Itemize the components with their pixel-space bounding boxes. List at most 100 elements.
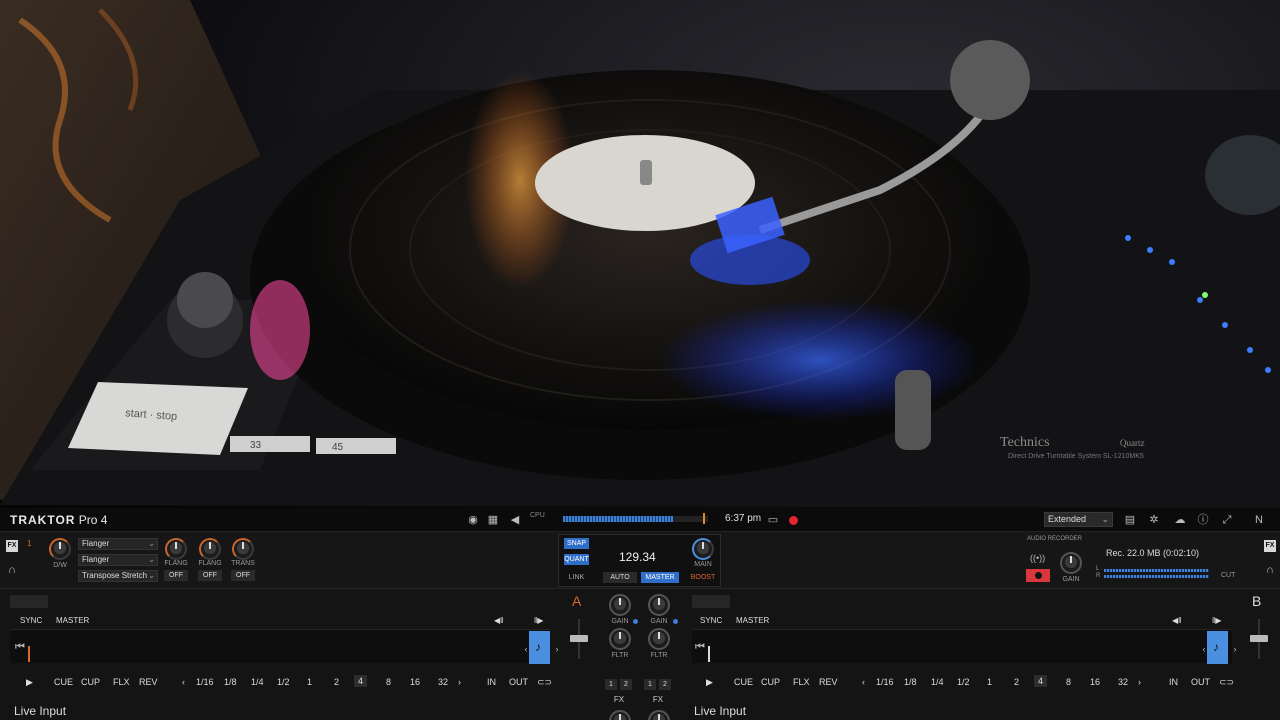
link-button[interactable]: LINK (564, 572, 589, 583)
deck-b-loop-4[interactable]: 4 (1034, 675, 1048, 687)
deck-a-loop-8[interactable]: 8 (386, 677, 391, 687)
channel-b-fx-2-button[interactable]: 2 (659, 679, 671, 690)
deck-b-loop-next-icon[interactable]: › (1138, 677, 1141, 687)
deck-b-loop-1-8[interactable]: 1/8 (904, 677, 917, 687)
speaker-icon[interactable]: ◀ (509, 514, 521, 526)
auto-button[interactable]: AUTO (603, 572, 637, 583)
deck-b-sync-button[interactable]: SYNC (700, 614, 722, 628)
deck-b-tempo-fader[interactable] (1250, 619, 1268, 659)
fx-param-1-knob[interactable] (165, 538, 187, 560)
recorder-gain-knob[interactable] (1060, 552, 1082, 574)
fx-button-2[interactable]: OFF (198, 570, 222, 581)
midi-icon[interactable]: ◉ (467, 514, 479, 526)
deck-b-loop-8[interactable]: 8 (1066, 677, 1071, 687)
deck-b-loop-16[interactable]: 16 (1090, 677, 1100, 687)
channel-b-filter-knob[interactable] (648, 628, 670, 650)
deck-b-loop-out-button[interactable]: OUT (1191, 677, 1210, 687)
channel-a-volume-knob[interactable] (609, 710, 631, 720)
cut-button[interactable]: CUT (1221, 572, 1235, 579)
chevron-right-icon[interactable]: › (1229, 643, 1241, 655)
grid-icon[interactable]: ▦ (487, 514, 499, 526)
deck-a-prev-icon[interactable]: ◀‖ (494, 614, 503, 628)
deck-a-loop-4[interactable]: 4 (354, 675, 368, 687)
snap-button[interactable]: SNAP (564, 538, 589, 549)
channel-a-filter-label[interactable]: FLTR (606, 652, 634, 659)
chevron-right-icon[interactable]: › (551, 643, 563, 655)
deck-b-loop-1[interactable]: 1 (987, 677, 992, 687)
fx-slot-3-select[interactable]: Transpose Stretch ⌄ (78, 570, 158, 582)
channel-a-filter-knob[interactable] (609, 628, 631, 650)
channel-a-fx-2-button[interactable]: 2 (620, 679, 632, 690)
deck-a-play-button[interactable]: ▶ (26, 677, 33, 688)
deck-a-loop-prev-icon[interactable]: ‹ (182, 677, 185, 687)
deck-a-loop-1-4[interactable]: 1/4 (251, 677, 264, 687)
channel-b-filter-label[interactable]: FLTR (645, 652, 673, 659)
deck-a-loop-2[interactable]: 2 (334, 677, 339, 687)
deck-b-reverse-button[interactable]: REV (819, 677, 838, 687)
channel-b-fx-1-button[interactable]: 1 (644, 679, 656, 690)
deck-a-loop-next-icon[interactable]: › (458, 677, 461, 687)
deck-a-master-button[interactable]: MASTER (56, 614, 89, 628)
fx-slot-1-select[interactable]: Flanger ⌄ (78, 538, 158, 550)
fullscreen-icon[interactable]: ⤢ (1221, 514, 1233, 526)
deck-b-loop-1-4[interactable]: 1/4 (931, 677, 944, 687)
deck-a-loop-32[interactable]: 32 (438, 677, 448, 687)
deck-b-loop-1-2[interactable]: 1/2 (957, 677, 970, 687)
broadcast-icon[interactable]: ☁ (1172, 514, 1188, 526)
deck-b-waveform[interactable]: ⏮ (692, 629, 1232, 663)
deck-b-loop-2[interactable]: 2 (1014, 677, 1019, 687)
record-button[interactable] (1026, 569, 1050, 582)
fx-param-3-knob[interactable] (232, 538, 254, 560)
deck-a-loop-1-2[interactable]: 1/2 (277, 677, 290, 687)
deck-b-cue-button[interactable]: CUE (734, 677, 753, 687)
deck-a-loop-16[interactable]: 16 (410, 677, 420, 687)
deck-b-skip-start-icon[interactable]: ⏮ (694, 641, 706, 653)
settings-gear-icon[interactable]: ✲ (1148, 514, 1160, 526)
channel-b-gain-knob[interactable] (648, 594, 670, 616)
channel-b-volume-knob[interactable] (648, 710, 670, 720)
deck-a-skip-start-icon[interactable]: ⏮ (14, 641, 26, 653)
deck-a-cue-button[interactable]: CUE (54, 677, 73, 687)
deck-b-loop-1-16[interactable]: 1/16 (876, 677, 894, 687)
deck-a-key-button[interactable]: ♪ (529, 631, 550, 664)
deck-a-sync-button[interactable]: SYNC (20, 614, 42, 628)
channel-a-gain-knob[interactable] (609, 594, 631, 616)
headphone-icon[interactable]: ∩ (1264, 564, 1276, 576)
boost-button[interactable]: BOOST (687, 574, 719, 581)
deck-b-loop-in-button[interactable]: IN (1169, 677, 1178, 687)
deck-b-loop-32[interactable]: 32 (1118, 677, 1128, 687)
master-button[interactable]: MASTER (641, 572, 679, 583)
deck-b-master-button[interactable]: MASTER (736, 614, 769, 628)
deck-b-play-button[interactable]: ▶ (706, 677, 713, 688)
deck-a-loop-1[interactable]: 1 (307, 677, 312, 687)
deck-a-tempo-fader[interactable] (570, 619, 588, 659)
quant-button[interactable]: QUANT (564, 554, 589, 565)
deck-a-loop-1-16[interactable]: 1/16 (196, 677, 214, 687)
deck-a-next-icon[interactable]: ‖▶ (534, 614, 543, 628)
fx-dw-knob[interactable] (49, 538, 71, 560)
deck-b-loop-prev-icon[interactable]: ‹ (862, 677, 865, 687)
fx-slot-2-select[interactable]: Flanger ⌄ (78, 554, 158, 566)
info-icon[interactable]: ⓘ (1197, 514, 1209, 526)
broadcast-signal-icon[interactable]: ((•)) (1030, 552, 1045, 564)
deck-b-next-icon[interactable]: ‖▶ (1212, 614, 1221, 628)
deck-a-cup-button[interactable]: CUP (81, 677, 100, 687)
deck-a-loop-active-icon[interactable]: ⊂⊃ (537, 677, 552, 688)
deck-a-loop-1-8[interactable]: 1/8 (224, 677, 237, 687)
master-tempo[interactable]: 129.34 (619, 550, 656, 564)
deck-a-loop-in-button[interactable]: IN (487, 677, 496, 687)
deck-a-reverse-button[interactable]: REV (139, 677, 158, 687)
main-volume-knob[interactable] (692, 538, 714, 560)
deck-b-cup-button[interactable]: CUP (761, 677, 780, 687)
channel-a-fx-1-button[interactable]: 1 (605, 679, 617, 690)
fx-param-2-knob[interactable] (199, 538, 221, 560)
headphone-icon[interactable]: ∩ (6, 564, 18, 576)
deck-b-loop-active-icon[interactable]: ⊂⊃ (1219, 677, 1234, 688)
deck-a-waveform[interactable]: ⏮ (10, 629, 550, 663)
deck-b-flux-button[interactable]: FLX (793, 677, 810, 687)
deck-b-prev-icon[interactable]: ◀‖ (1172, 614, 1181, 628)
deck-a-flux-button[interactable]: FLX (113, 677, 130, 687)
deck-b-key-button[interactable]: ♪ (1207, 631, 1228, 664)
deck-a-loop-out-button[interactable]: OUT (509, 677, 528, 687)
layout-select[interactable]: Extended ⌄ (1044, 512, 1113, 527)
